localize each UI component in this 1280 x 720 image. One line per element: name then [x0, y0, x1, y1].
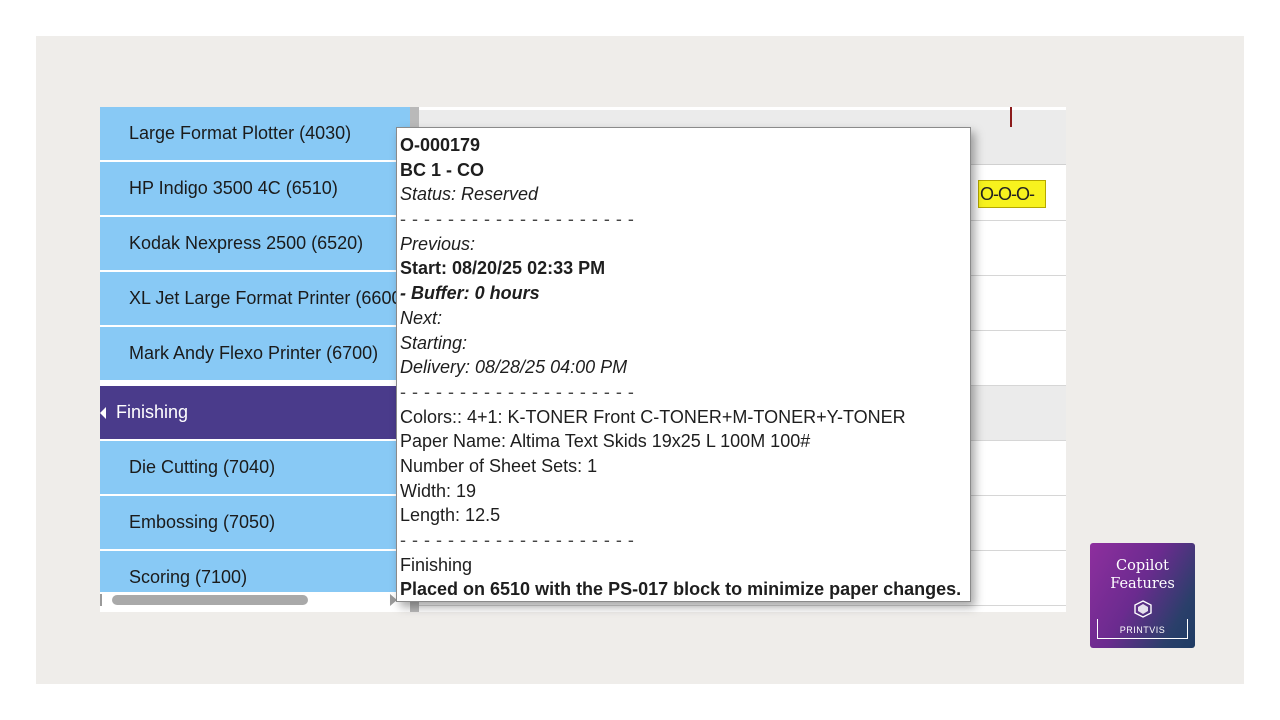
tooltip-job-name: BC 1 - CO: [400, 159, 485, 180]
group-label: Finishing: [116, 402, 189, 422]
tooltip-starting-label: Starting:: [400, 332, 468, 353]
tooltip-copilot-note: Placed on 6510 with the PS-017 block to …: [400, 579, 962, 600]
badge-brand: PRINTVIS: [1119, 625, 1166, 635]
tooltip-order-number: O-000179: [400, 135, 481, 155]
tooltip-colors: Colors:: 4+1: K-TONER Front C-TONER+M-TO…: [400, 406, 906, 427]
scrollbar-thumb[interactable]: [112, 595, 308, 605]
tooltip-width: Width: 19: [400, 480, 477, 501]
resource-row-embossing[interactable]: Embossing (7050): [100, 496, 410, 550]
tooltip-start: Start: 08/20/25 02:33 PM: [400, 258, 606, 279]
tooltip-delivery: Delivery: 08/28/25 04:00 PM: [400, 357, 628, 378]
tooltip-department: Finishing: [400, 554, 473, 575]
badge-title: Copilot Features: [1090, 557, 1195, 593]
job-block[interactable]: O-O-O-: [978, 180, 1046, 208]
resource-row-hp-indigo[interactable]: HP Indigo 3500 4C (6510): [100, 162, 410, 216]
copilot-features-badge: Copilot Features PRINTVIS: [1090, 543, 1195, 648]
job-block-label: O-O-O-: [980, 183, 1035, 204]
resource-label: HP Indigo 3500 4C (6510): [129, 178, 338, 198]
resource-label: Large Format Plotter (4030): [129, 123, 352, 143]
current-time-marker: [1010, 107, 1012, 127]
resource-label: Embossing (7050): [129, 512, 276, 532]
tooltip-previous-label: Previous:: [400, 233, 476, 254]
resource-row-kodak-nexpress[interactable]: Kodak Nexpress 2500 (6520): [100, 217, 410, 271]
resource-label: Scoring (7100): [129, 567, 248, 587]
resource-label: Kodak Nexpress 2500 (6520): [129, 233, 364, 253]
resource-row-large-format-plotter[interactable]: Large Format Plotter (4030): [100, 107, 410, 161]
collapse-caret-icon[interactable]: [100, 407, 106, 419]
tooltip-sheet-sets: Number of Sheet Sets: 1: [400, 455, 598, 476]
resource-label: Die Cutting (7040): [129, 457, 276, 477]
tooltip-length: Length: 12.5: [400, 505, 501, 526]
scroll-left-icon[interactable]: [100, 594, 102, 606]
resource-label: XL Jet Large Format Printer (6600): [129, 288, 408, 308]
tooltip-buffer: - Buffer: 0 hours: [400, 283, 540, 304]
printvis-logo-icon: [1134, 600, 1152, 618]
tooltip-paper-name: Paper Name: Altima Text Skids 19x25 L 10…: [400, 431, 811, 452]
resource-label: Mark Andy Flexo Printer (6700): [129, 343, 379, 363]
resource-group-finishing[interactable]: Finishing: [100, 386, 410, 440]
badge-title-line1: Copilot: [1116, 558, 1169, 574]
tooltip-separator: - - - - - - - - - - - - - - - - - - - -: [400, 530, 635, 550]
badge-title-line2: Features: [1110, 576, 1175, 592]
resource-list: Large Format Plotter (4030) HP Indigo 35…: [100, 107, 410, 612]
tooltip-next-label: Next:: [400, 307, 443, 328]
resource-row-die-cutting[interactable]: Die Cutting (7040): [100, 441, 410, 495]
resource-row-mark-andy[interactable]: Mark Andy Flexo Printer (6700): [100, 327, 410, 381]
resource-row-xl-jet[interactable]: XL Jet Large Format Printer (6600): [100, 272, 410, 326]
job-tooltip: O-000179 BC 1 - CO Status: Reserved - - …: [396, 127, 971, 602]
tooltip-status: Status: Reserved: [400, 184, 539, 205]
tooltip-separator: - - - - - - - - - - - - - - - - - - - -: [400, 381, 635, 402]
tooltip-separator: - - - - - - - - - - - - - - - - - - - -: [400, 209, 635, 230]
